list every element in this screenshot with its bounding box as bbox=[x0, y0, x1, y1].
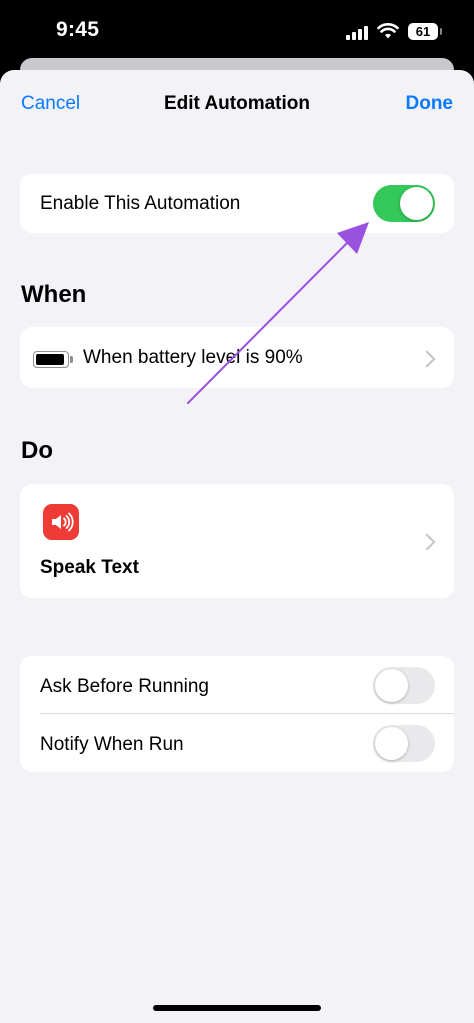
done-button[interactable]: Done bbox=[406, 93, 454, 115]
navigation-bar: Cancel Edit Automation Done bbox=[0, 70, 474, 138]
action-label: Speak Text bbox=[40, 557, 139, 578]
trigger-row[interactable]: When battery level is 90% bbox=[20, 327, 454, 388]
cellular-signal-icon bbox=[346, 26, 370, 40]
when-section-title: When bbox=[21, 281, 87, 308]
enable-automation-toggle[interactable] bbox=[373, 185, 435, 222]
ask-before-running-toggle[interactable] bbox=[373, 667, 435, 704]
do-section-title: Do bbox=[21, 437, 53, 464]
ask-before-running-label: Ask Before Running bbox=[40, 676, 209, 697]
toggle-knob bbox=[375, 727, 408, 760]
battery-status-icon: 61 bbox=[408, 23, 442, 40]
enable-automation-label: Enable This Automation bbox=[40, 193, 241, 214]
toggle-knob bbox=[375, 669, 408, 702]
wifi-icon bbox=[377, 23, 399, 39]
notify-when-run-toggle[interactable] bbox=[373, 725, 435, 762]
chevron-right-icon bbox=[418, 533, 436, 551]
status-time: 9:45 bbox=[56, 18, 100, 41]
options-card: Ask Before Running Notify When Run bbox=[20, 656, 454, 772]
speaker-icon bbox=[43, 504, 79, 540]
home-indicator bbox=[153, 1005, 321, 1011]
status-bar: 9:45 61 bbox=[0, 0, 474, 62]
trigger-label: When battery level is 90% bbox=[83, 347, 303, 368]
edit-automation-sheet: Cancel Edit Automation Done Enable This … bbox=[0, 70, 474, 1023]
battery-icon bbox=[33, 351, 73, 368]
divider bbox=[40, 713, 454, 714]
notify-when-run-label: Notify When Run bbox=[40, 734, 184, 755]
enable-automation-row: Enable This Automation bbox=[20, 174, 454, 233]
toggle-knob bbox=[400, 187, 433, 220]
chevron-right-icon bbox=[418, 350, 436, 368]
action-row[interactable]: Speak Text bbox=[20, 484, 454, 598]
page-title: Edit Automation bbox=[164, 93, 310, 114]
